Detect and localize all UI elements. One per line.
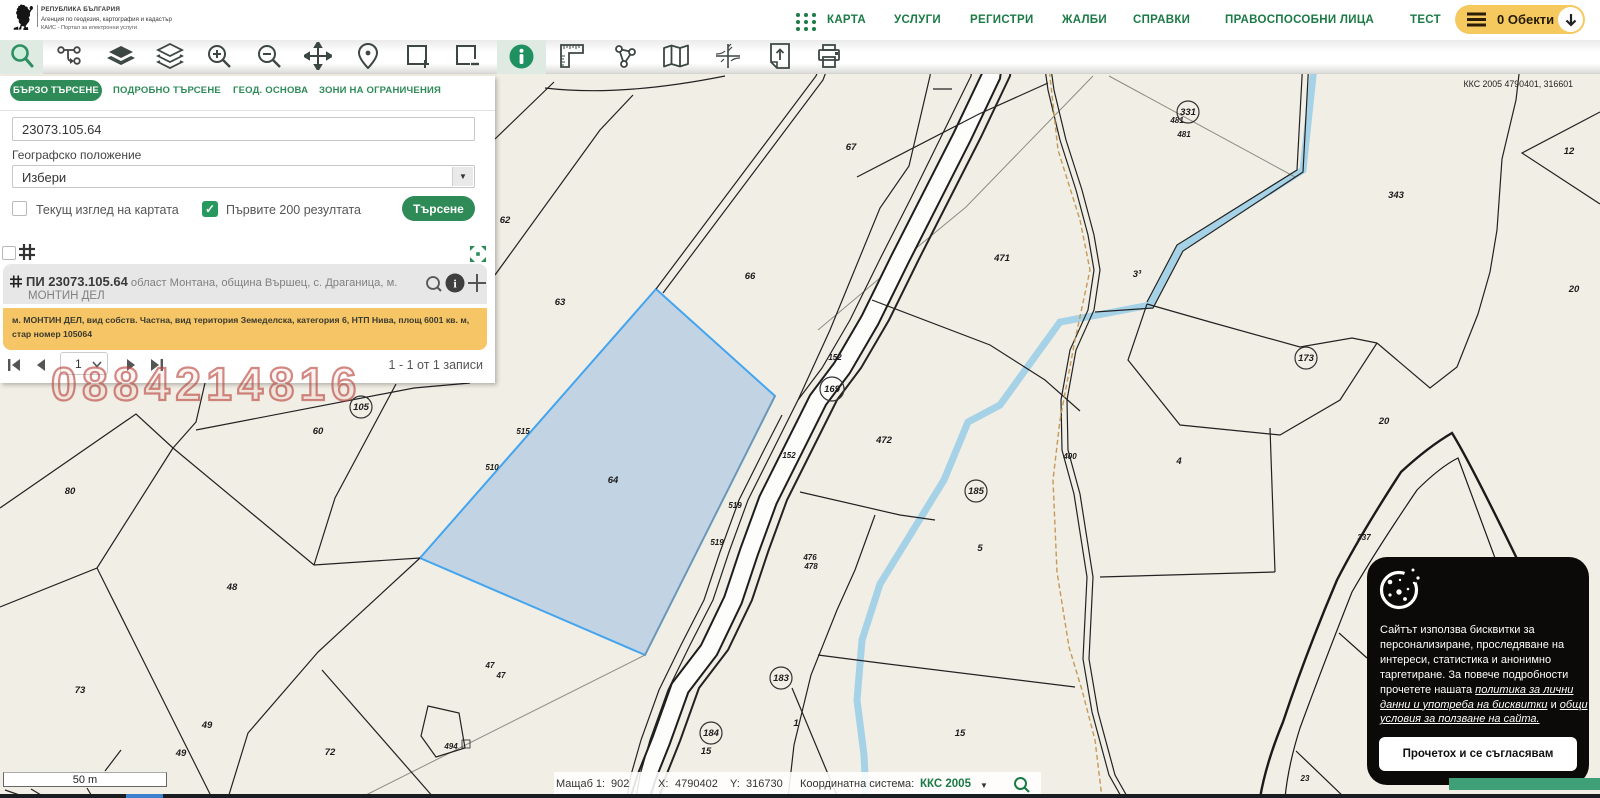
- svg-text:337: 337: [1357, 533, 1371, 542]
- svg-text:5: 5: [977, 543, 983, 554]
- svg-text:62: 62: [500, 215, 511, 226]
- svg-text:4: 4: [1175, 456, 1182, 467]
- svg-text:343: 343: [1388, 190, 1405, 201]
- svg-text:20: 20: [1378, 416, 1390, 427]
- svg-text:183: 183: [773, 673, 790, 684]
- svg-text:49: 49: [175, 748, 187, 759]
- svg-text:519: 519: [710, 538, 724, 547]
- svg-text:47: 47: [496, 671, 506, 680]
- svg-text:1: 1: [793, 718, 798, 729]
- svg-text:12: 12: [1564, 146, 1575, 157]
- svg-text:63: 63: [555, 297, 566, 308]
- svg-text:49: 49: [201, 720, 213, 731]
- svg-text:185: 185: [968, 486, 985, 497]
- svg-text:72: 72: [325, 747, 336, 758]
- svg-text:494: 494: [443, 742, 458, 751]
- svg-text:169: 169: [824, 384, 841, 395]
- svg-text:23: 23: [1300, 774, 1310, 783]
- svg-text:48: 48: [226, 582, 238, 593]
- svg-text:331: 331: [1180, 107, 1196, 118]
- svg-text:73: 73: [75, 685, 86, 696]
- svg-text:515: 515: [516, 427, 530, 436]
- svg-text:481: 481: [1176, 130, 1191, 139]
- svg-text:66: 66: [745, 271, 756, 282]
- svg-text:152: 152: [782, 451, 796, 460]
- svg-text:60: 60: [313, 426, 324, 437]
- svg-text:47: 47: [485, 661, 495, 670]
- svg-text:478: 478: [803, 562, 818, 571]
- svg-text:476: 476: [802, 553, 817, 562]
- svg-text:3³: 3³: [1133, 269, 1142, 280]
- svg-text:152: 152: [828, 353, 842, 362]
- svg-text:519: 519: [728, 501, 742, 510]
- svg-text:510: 510: [485, 463, 499, 472]
- svg-text:67: 67: [846, 142, 857, 153]
- svg-text:184: 184: [703, 728, 720, 739]
- svg-text:472: 472: [875, 435, 893, 446]
- svg-text:20: 20: [1568, 284, 1580, 295]
- svg-text:15: 15: [701, 746, 712, 757]
- svg-text:173: 173: [1298, 353, 1315, 364]
- svg-text:64: 64: [608, 475, 619, 486]
- svg-text:471: 471: [993, 253, 1010, 264]
- svg-text:80: 80: [65, 486, 76, 497]
- svg-text:15: 15: [955, 728, 966, 739]
- svg-text:400: 400: [1062, 452, 1077, 461]
